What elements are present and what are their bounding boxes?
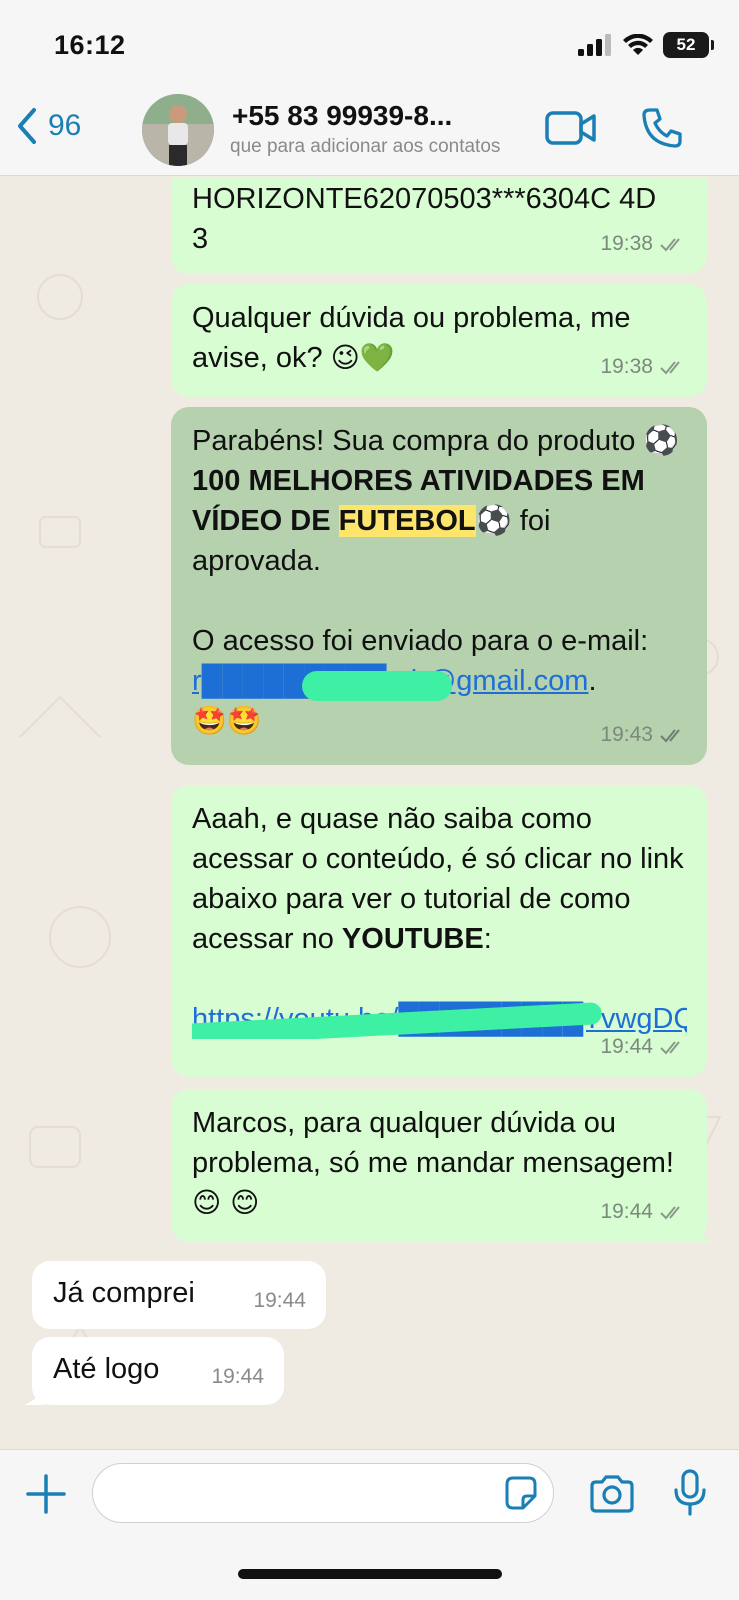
message-time: 19:38	[600, 232, 653, 255]
microphone-icon[interactable]	[672, 1468, 708, 1518]
plus-icon[interactable]	[24, 1472, 68, 1516]
message-time: 19:44	[600, 1035, 653, 1058]
read-ticks-icon	[660, 361, 680, 375]
sticker-icon[interactable]	[501, 1474, 541, 1514]
message-time: 19:44	[253, 1289, 306, 1312]
contact-avatar[interactable]	[142, 94, 214, 166]
message-text: Aaah, e quase não saiba como acessar o c…	[192, 799, 687, 959]
message-bubble-outgoing[interactable]: Qualquer dúvida ou problema, me avise, o…	[171, 284, 707, 397]
message-text: Qualquer dúvida ou problema, me avise, o…	[192, 298, 662, 378]
chat-header: 96 +55 83 99939-8... que para adicionar …	[0, 88, 739, 176]
status-bar: 16:12 52	[0, 0, 739, 88]
video-call-icon[interactable]	[545, 110, 597, 146]
read-ticks-icon	[660, 238, 680, 252]
message-bubble-outgoing[interactable]: Marcos, para qualquer dúvida ou problema…	[171, 1089, 715, 1242]
contact-name[interactable]: +55 83 99939-8...	[232, 100, 452, 132]
message-paragraph-2: O acesso foi enviado para o e-mail: r███…	[192, 621, 687, 701]
redaction-scribble	[302, 671, 452, 701]
home-indicator	[238, 1569, 502, 1579]
signal-icon	[578, 34, 611, 56]
message-text: Já comprei	[53, 1277, 195, 1309]
message-emoji: 😉💚	[330, 341, 395, 374]
message-text-content: Marcos, para qualquer dúvida ou problema…	[192, 1107, 674, 1179]
battery-icon: 52	[663, 32, 714, 58]
chevron-left-icon	[18, 108, 36, 144]
message-time: 19:38	[600, 355, 653, 378]
message-time: 19:43	[600, 723, 653, 746]
message-bubble-outgoing-selected[interactable]: Parabéns! Sua compra do produto ⚽100 MEL…	[171, 407, 707, 765]
read-ticks-icon	[660, 1206, 680, 1220]
message-text-content: .	[588, 665, 597, 697]
message-input[interactable]	[92, 1463, 554, 1523]
read-ticks-icon	[660, 1041, 680, 1055]
message-time: 19:44	[600, 1200, 653, 1223]
message-emoji: 😊 😊	[192, 1186, 260, 1219]
message-text-content: Qualquer dúvida ou problema, me avise, o…	[192, 302, 631, 374]
message-bubble-incoming[interactable]: Até logo 19:44	[24, 1337, 284, 1405]
youtube-label: YOUTUBE	[341, 923, 484, 955]
wifi-icon	[623, 34, 653, 55]
message-text-content: Parabéns! Sua compra do produto	[192, 425, 644, 457]
message-time: 19:44	[211, 1365, 264, 1388]
message-meta: 19:38	[600, 347, 687, 387]
back-button[interactable]: 96	[14, 106, 81, 146]
message-paragraph-1: Parabéns! Sua compra do produto ⚽100 MEL…	[192, 421, 687, 581]
status-icons: 52	[577, 30, 714, 60]
message-meta: 19:44	[600, 1027, 687, 1067]
search-highlight: FUTEBOL	[338, 505, 476, 537]
message-meta: 19:44	[600, 1192, 687, 1232]
message-meta: 19:43	[600, 715, 687, 755]
camera-icon[interactable]	[588, 1474, 636, 1514]
bubble-tail	[695, 1220, 715, 1242]
message-bubble-outgoing[interactable]: Aaah, e quase não saiba como acessar o c…	[171, 785, 707, 1077]
message-meta: 19:44	[211, 1357, 264, 1397]
status-time: 16:12	[54, 30, 126, 60]
message-bubble-outgoing[interactable]: HORIZONTE62070503***6304C 4D3 19:38	[171, 177, 707, 274]
unread-count: 96	[48, 109, 82, 142]
read-ticks-icon	[660, 729, 680, 743]
message-meta: 19:38	[600, 224, 687, 264]
message-text: Até logo	[53, 1353, 160, 1385]
phone-call-icon[interactable]	[640, 106, 684, 150]
chat-area[interactable]: HORIZONTE62070503***6304C 4D3 19:38 Qual…	[0, 177, 739, 1449]
bubble-tail	[24, 1383, 44, 1405]
message-text-content: :	[483, 923, 492, 955]
contact-subtitle[interactable]: que para adicionar aos contatos	[230, 136, 530, 158]
message-text-content: O acesso foi enviado para o e-mail:	[192, 625, 649, 657]
message-bubble-incoming[interactable]: Já comprei 19:44	[32, 1261, 326, 1329]
message-meta: 19:44	[253, 1281, 306, 1321]
